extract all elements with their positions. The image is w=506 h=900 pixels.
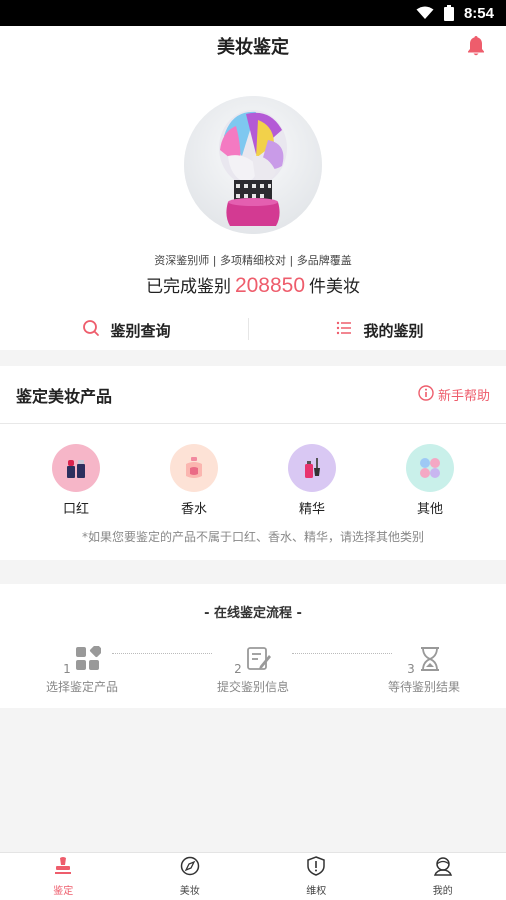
beginner-help-link[interactable]: 新手帮助	[418, 384, 490, 405]
tab-label: 鉴定	[53, 886, 74, 897]
hero-section: 资深鉴别师 | 多项精细校对 | 多品牌覆盖 已完成鉴别 208850 件美妆 鉴别…	[0, 66, 506, 350]
search-icon	[82, 319, 100, 341]
perfume-icon	[170, 444, 218, 492]
tab-beauty[interactable]: 美妆	[127, 853, 254, 900]
battery-icon	[443, 5, 454, 21]
process-step-3: 3 等待鉴别结果	[354, 646, 494, 695]
category-label: 其他	[416, 502, 443, 517]
tab-label: 维权	[306, 886, 327, 897]
compact-icon	[406, 444, 454, 492]
tab-rights[interactable]: 维权	[253, 853, 380, 900]
step-number: 3	[407, 662, 415, 676]
lipstick-icon	[52, 444, 100, 492]
brush-image	[184, 96, 322, 234]
products-section: 鉴定美妆产品 新手帮助 口红 香水 精华 其他 *如果您要鉴定的产品不属于口红、…	[0, 366, 506, 560]
status-bar: 8:54	[0, 0, 506, 26]
my-appraisals-button[interactable]: 我的鉴别	[253, 319, 506, 341]
count-suffix: 件美妆	[309, 277, 361, 297]
category-lipstick[interactable]: 口红	[28, 444, 124, 517]
tab-label: 美妆	[179, 886, 200, 897]
hero-description: 资深鉴别师 | 多项精细校对 | 多品牌覆盖	[154, 254, 352, 267]
appraisal-query-label: 鉴别查询	[110, 321, 171, 340]
stamp-icon	[53, 856, 73, 880]
step-label: 选择鉴定产品	[45, 680, 118, 694]
category-label: 香水	[180, 502, 207, 517]
tab-mine[interactable]: 我的	[380, 853, 506, 900]
appraisal-query-button[interactable]: 鉴别查询	[0, 319, 253, 341]
products-header: 鉴定美妆产品 新手帮助	[0, 366, 506, 424]
process-section: - 在线鉴定流程 - 1 选择鉴定产品 2 提交鉴别信息 3 等待鉴别结果	[0, 584, 506, 708]
category-label: 口红	[62, 502, 89, 517]
user-icon	[433, 856, 453, 880]
completed-count: 已完成鉴别 208850 件美妆	[0, 272, 506, 298]
grid-shapes-icon	[75, 644, 103, 676]
products-title: 鉴定美妆产品	[16, 386, 113, 406]
app-header: 美妆鉴定	[0, 26, 506, 66]
category-perfume[interactable]: 香水	[146, 444, 242, 517]
category-other[interactable]: 其他	[382, 444, 478, 517]
bottom-tab-bar: 鉴定 美妆 维权 我的	[0, 852, 506, 900]
hourglass-icon	[419, 646, 441, 676]
hero-actions: 鉴别查询 我的鉴别	[0, 316, 506, 344]
list-icon	[335, 319, 353, 341]
tab-label: 我的	[432, 886, 453, 897]
edit-document-icon	[246, 646, 272, 676]
step-number: 1	[63, 662, 71, 676]
page-title: 美妆鉴定	[217, 37, 289, 58]
wifi-icon	[416, 6, 434, 20]
count-prefix: 已完成鉴别	[145, 277, 231, 297]
bell-icon[interactable]	[464, 34, 488, 58]
category-serum[interactable]: 精华	[264, 444, 360, 517]
category-grid: 口红 香水 精华 其他	[0, 424, 506, 517]
count-value: 208850	[234, 274, 306, 297]
process-step-1: 1 选择鉴定产品	[12, 644, 152, 695]
actions-divider	[248, 318, 249, 340]
category-label: 精华	[298, 502, 325, 517]
process-step-2: 2 提交鉴别信息	[183, 646, 323, 695]
beginner-help-label: 新手帮助	[437, 389, 490, 404]
my-appraisals-label: 我的鉴别	[363, 321, 424, 340]
info-icon	[418, 384, 434, 405]
serum-icon	[288, 444, 336, 492]
status-time: 8:54	[463, 4, 494, 22]
compass-icon	[180, 856, 200, 880]
category-note: *如果您要鉴定的产品不属于口红、香水、精华，请选择其他类别	[81, 530, 424, 544]
shield-alert-icon	[306, 856, 326, 880]
tab-appraisal[interactable]: 鉴定	[0, 853, 127, 900]
step-label: 提交鉴别信息	[216, 680, 289, 694]
step-label: 等待鉴别结果	[387, 680, 460, 694]
process-title: - 在线鉴定流程 -	[204, 606, 302, 621]
step-number: 2	[234, 662, 242, 676]
